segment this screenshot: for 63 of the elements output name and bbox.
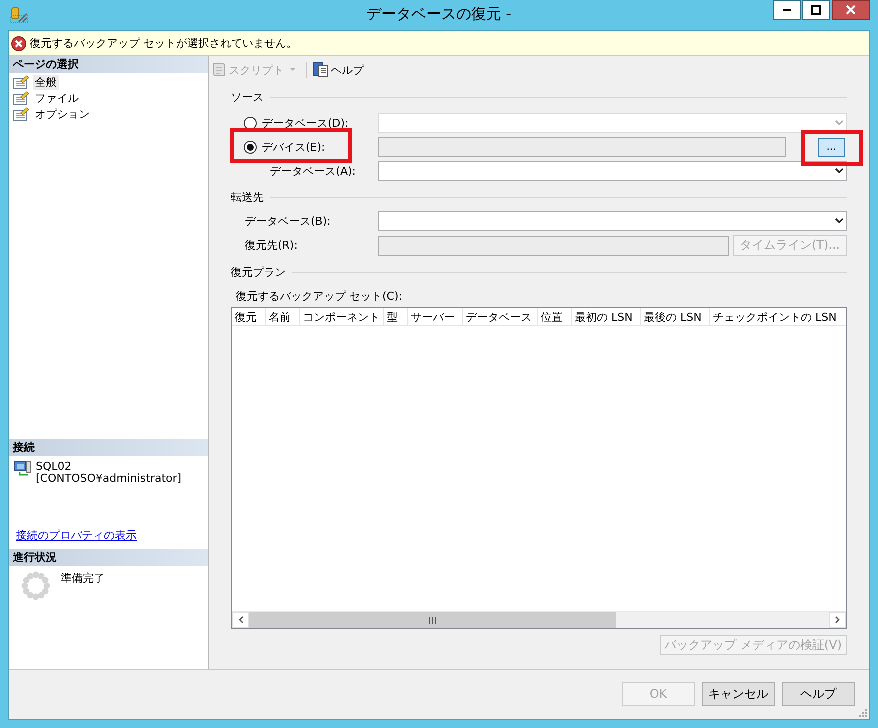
page-item[interactable]: 全般	[33, 74, 59, 90]
group-title: ソース	[231, 90, 264, 104]
dropdown-field[interactable]	[378, 211, 847, 231]
user-name: [CONTOSO¥administrator]	[36, 473, 182, 485]
section-header: 進行状況	[9, 549, 208, 567]
table-label: 復元するバックアップ セット(C):	[236, 290, 402, 303]
loading-spinner-icon	[21, 571, 51, 601]
scroll-left-button[interactable]	[232, 612, 249, 628]
field-label: データベース(B):	[245, 214, 331, 228]
chevron-down-icon	[835, 168, 844, 174]
error-message: 復元するバックアップ セットが選択されていません。	[30, 36, 298, 51]
page-item[interactable]: オプション	[33, 106, 92, 122]
database-icon	[10, 6, 30, 24]
page-icon[interactable]	[13, 90, 30, 106]
column-header[interactable]: 位置	[538, 308, 572, 325]
radio-label[interactable]: デバイス(E):	[262, 140, 326, 154]
server-name: SQL02	[36, 461, 73, 473]
column-header[interactable]: 復元	[232, 308, 266, 325]
computer-icon	[14, 461, 32, 477]
column-header[interactable]: 名前	[266, 308, 300, 325]
close-icon	[846, 5, 856, 15]
column-header[interactable]: 最初の LSN	[572, 308, 641, 325]
chevron-right-icon	[834, 616, 840, 624]
chevron-down-icon	[835, 120, 844, 126]
radio-label[interactable]: データベース(D):	[262, 116, 349, 130]
column-header[interactable]: データベース	[463, 308, 538, 325]
page-icon[interactable]	[13, 74, 30, 90]
scroll-right-button[interactable]	[829, 612, 846, 628]
document-icon	[313, 62, 329, 78]
page-icon[interactable]	[13, 106, 30, 122]
maximize-button[interactable]	[802, 0, 830, 20]
maximize-icon	[811, 5, 821, 15]
column-header[interactable]: チェックポイントの LSN	[710, 308, 846, 325]
scroll-icon	[211, 62, 227, 78]
section-header: ページの選択	[9, 56, 208, 74]
close-button[interactable]	[832, 0, 870, 20]
error-icon	[11, 36, 27, 52]
minimize-icon	[783, 9, 791, 11]
chevron-left-icon	[238, 616, 244, 624]
radio-button[interactable]	[244, 116, 257, 130]
column-header[interactable]: 型	[384, 308, 408, 325]
progress-status: 準備完了	[61, 571, 105, 587]
browse-button[interactable]: ...	[818, 138, 845, 156]
field-label: データベース(A):	[270, 164, 356, 178]
chevron-down-icon	[835, 218, 844, 224]
connection-properties-link[interactable]: 接続のプロパティの表示	[16, 528, 208, 543]
group-title: 復元プラン	[231, 264, 286, 280]
radio-button[interactable]	[244, 140, 257, 154]
section-header: 接続	[9, 439, 208, 457]
field-label: 復元先(R):	[245, 238, 298, 253]
dialog-button[interactable]: キャンセル	[702, 682, 775, 706]
column-header[interactable]: サーバー	[408, 308, 463, 325]
dropdown-field[interactable]	[378, 161, 847, 181]
column-header[interactable]: 最後の LSN	[641, 308, 710, 325]
column-header[interactable]: コンポーネント	[300, 308, 384, 325]
page-item[interactable]: ファイル	[33, 90, 81, 106]
toolbar-button[interactable]: ヘルプ	[331, 62, 364, 78]
dialog-button[interactable]: ヘルプ	[782, 682, 855, 706]
resize-grip-icon	[858, 708, 868, 718]
window-title: データベースの復元 -	[366, 5, 512, 23]
minimize-button[interactable]	[773, 0, 801, 20]
scroll-thumb[interactable]	[249, 612, 616, 628]
group-title: 転送先	[231, 190, 264, 204]
